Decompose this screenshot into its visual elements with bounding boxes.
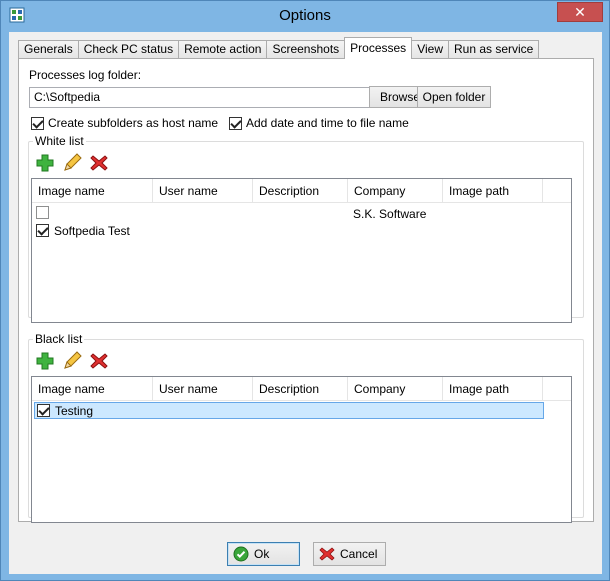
tab-check-pc-status[interactable]: Check PC status: [77, 40, 180, 59]
ok-button[interactable]: Ok: [227, 542, 300, 566]
black-list-grid: Image name User name Description Company…: [31, 376, 572, 523]
edit-icon[interactable]: [61, 152, 83, 174]
title-bar[interactable]: Options ✕: [1, 1, 609, 31]
close-icon: ✕: [574, 4, 586, 20]
edit-icon[interactable]: [61, 350, 83, 372]
check-circle-icon: [233, 546, 249, 562]
close-button[interactable]: ✕: [557, 2, 603, 22]
col-image-path[interactable]: Image path: [443, 377, 543, 401]
black-list-header: Image name User name Description Company…: [32, 377, 571, 401]
tab-view[interactable]: View: [411, 40, 449, 59]
tab-screenshots[interactable]: Screenshots: [266, 40, 346, 59]
cell-company: S.K. Software: [353, 207, 427, 221]
tab-run-as-service[interactable]: Run as service: [447, 40, 540, 59]
cell-image-name: Softpedia Test: [54, 224, 130, 238]
add-icon[interactable]: [34, 152, 56, 174]
black-list-title: Black list: [33, 332, 85, 346]
col-user-name[interactable]: User name: [153, 377, 253, 401]
col-image-name[interactable]: Image name: [32, 179, 153, 203]
create-subfolders-checkbox[interactable]: [31, 117, 44, 130]
col-image-name[interactable]: Image name: [32, 377, 153, 401]
row-checkbox[interactable]: [36, 206, 49, 219]
window-title: Options: [279, 7, 331, 24]
add-icon[interactable]: [34, 350, 56, 372]
ok-label: Ok: [254, 547, 270, 561]
add-date-checkbox[interactable]: [229, 117, 242, 130]
cancel-button[interactable]: Cancel: [313, 542, 386, 566]
col-user-name[interactable]: User name: [153, 179, 253, 203]
options-window: Options ✕ Generals Check PC status Remot…: [0, 0, 610, 581]
processes-panel: Processes log folder: C:\Softpedia Brows…: [18, 58, 594, 523]
white-list-group: White list Image name User name Descript…: [28, 134, 584, 323]
client-area: Generals Check PC status Remote action S…: [9, 32, 602, 574]
cancel-x-icon: [319, 547, 335, 561]
black-list-group: Black list Image name User name Descript…: [28, 332, 584, 523]
col-description[interactable]: Description: [253, 377, 348, 401]
row-checkbox[interactable]: [37, 404, 50, 417]
table-row[interactable]: Testing: [34, 402, 544, 419]
tab-strip: Generals Check PC status Remote action S…: [18, 37, 540, 59]
col-company[interactable]: Company: [348, 377, 443, 401]
white-list-title: White list: [33, 134, 86, 148]
row-checkbox[interactable]: [36, 224, 49, 237]
add-date-label: Add date and time to file name: [246, 116, 409, 130]
col-image-path[interactable]: Image path: [443, 179, 543, 203]
col-company[interactable]: Company: [348, 179, 443, 203]
tab-processes[interactable]: Processes: [344, 37, 413, 59]
tab-remote-action[interactable]: Remote action: [178, 40, 268, 59]
delete-icon[interactable]: [88, 152, 110, 174]
tab-generals[interactable]: Generals: [18, 40, 79, 59]
log-folder-label: Processes log folder:: [29, 68, 142, 82]
delete-icon[interactable]: [88, 350, 110, 372]
open-folder-button[interactable]: Open folder: [417, 86, 491, 108]
col-description[interactable]: Description: [253, 179, 348, 203]
cancel-label: Cancel: [340, 547, 378, 561]
cell-image-name: Testing: [55, 404, 94, 418]
white-list-grid: Image name User name Description Company…: [31, 178, 572, 323]
white-list-header: Image name User name Description Company…: [32, 179, 571, 203]
log-folder-input[interactable]: C:\Softpedia: [29, 87, 381, 108]
create-subfolders-label: Create subfolders as host name: [48, 116, 219, 130]
